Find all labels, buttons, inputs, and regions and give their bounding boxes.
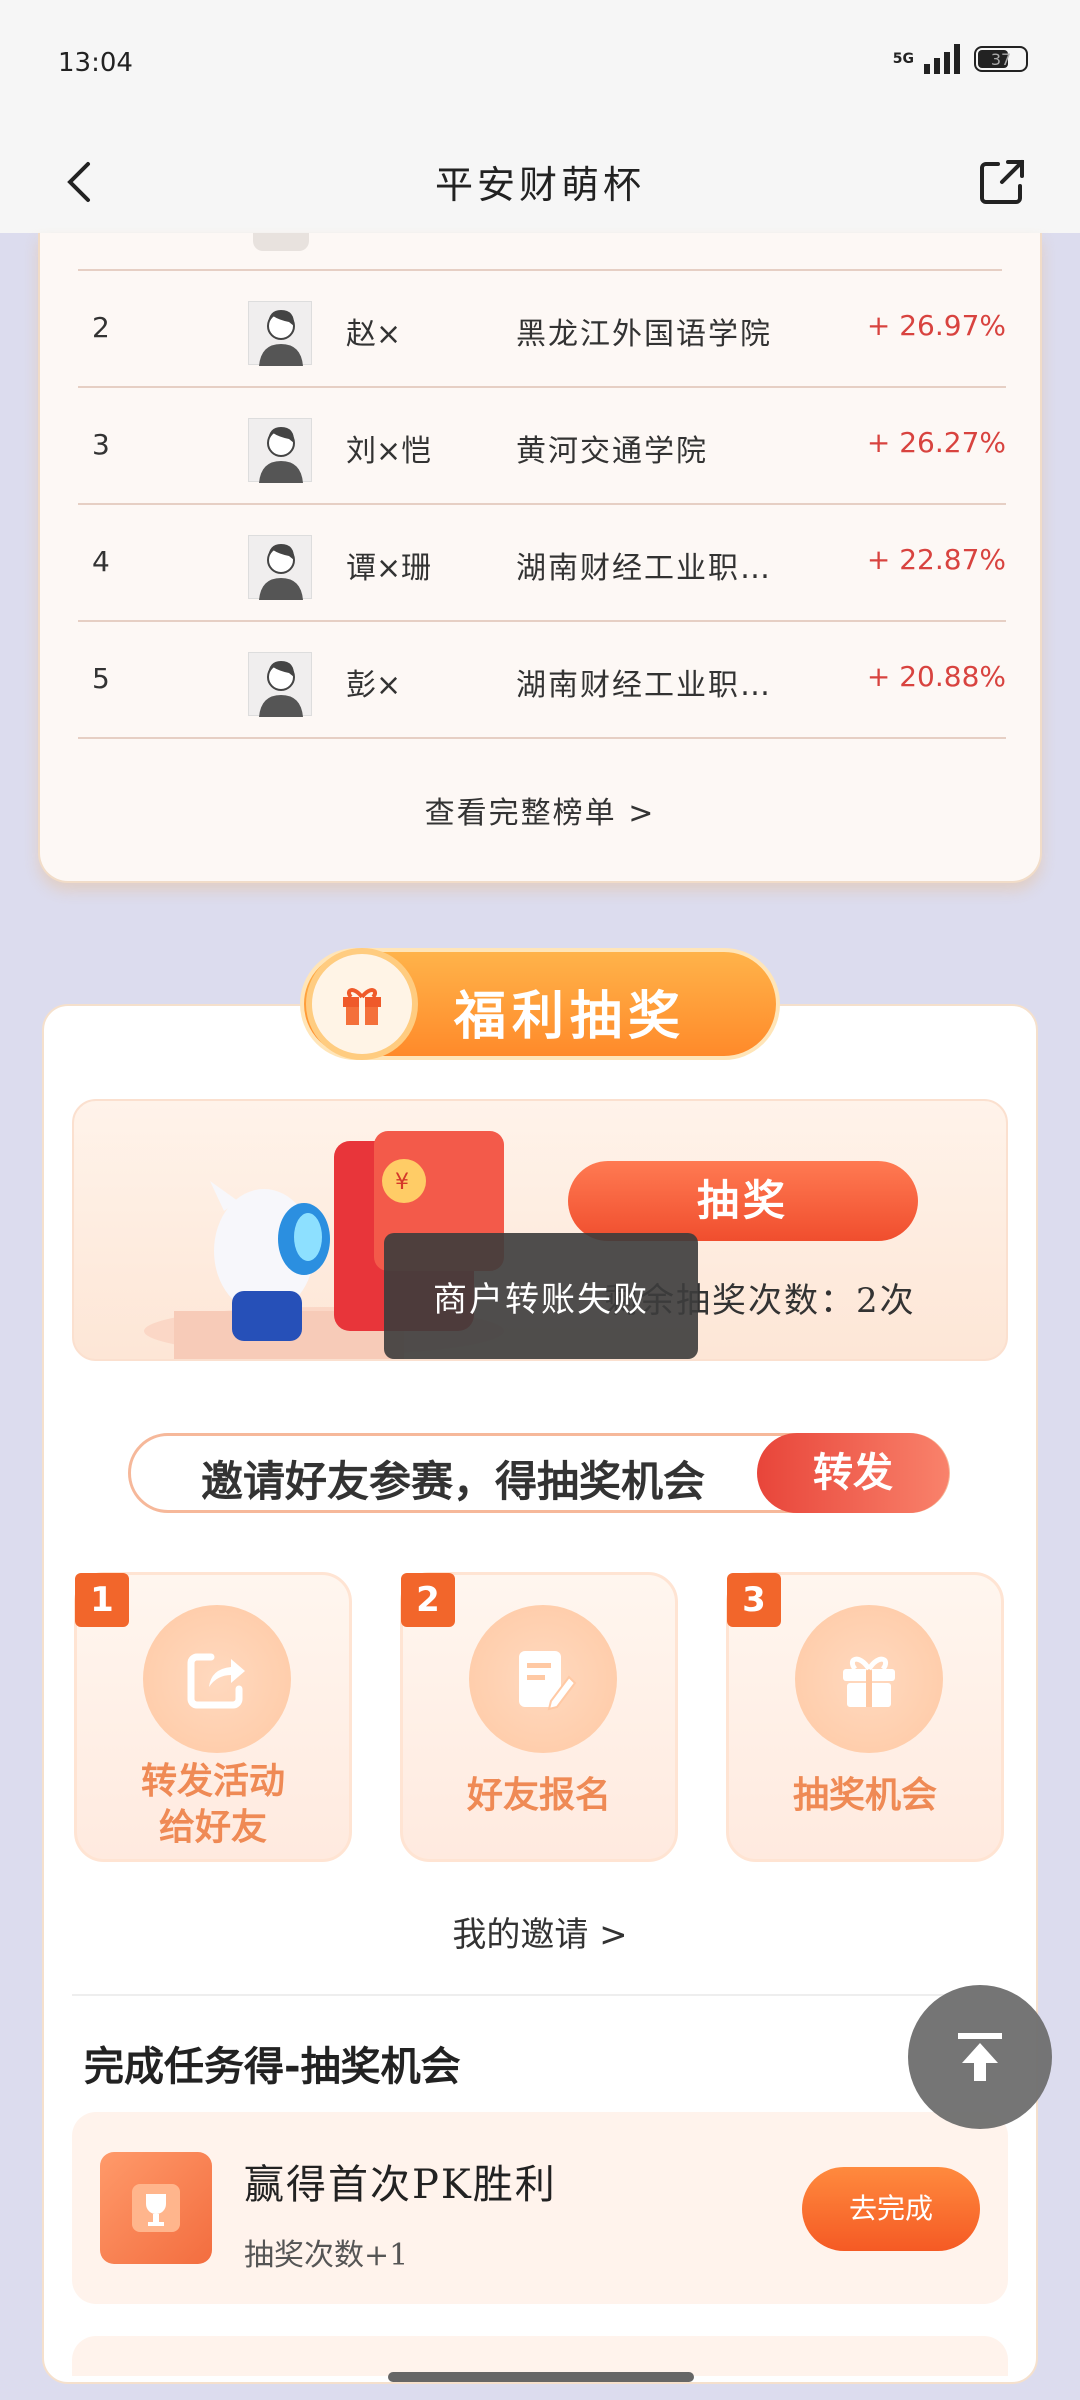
ranking-row[interactable]: 4 谭×珊 湖南财经工业职… + 22.87%: [78, 505, 1006, 622]
rank-number: 4: [92, 545, 110, 578]
svg-text:¥: ¥: [395, 1170, 409, 1195]
avatar: [248, 535, 312, 600]
rank-school: 湖南财经工业职…: [516, 668, 772, 703]
step-label: 给好友: [158, 1807, 267, 1848]
rank-name: 彭×: [346, 668, 402, 703]
step-card-share[interactable]: 1 转发活动 给好友: [74, 1572, 352, 1862]
step-label: 转发活动: [140, 1761, 285, 1802]
step-number: 2: [401, 1573, 455, 1627]
lottery-title-badge: 福利抽奖: [300, 948, 780, 1060]
share-icon: [143, 1605, 291, 1753]
task-section-title: 完成任务得-抽奖机会: [84, 2044, 461, 2090]
ranking-card: 2 赵× 黑龙江外国语学院 + 26.97% 3 刘×恺 黄河交通学院 + 26…: [38, 233, 1042, 883]
avatar: [248, 652, 312, 717]
ranking-row[interactable]: 5 彭× 湖南财经工业职… + 20.88%: [78, 622, 1006, 739]
divider: [72, 1994, 1008, 1996]
rank-change: + 26.27%: [866, 426, 1006, 459]
task-name: 赢得首次PK胜利: [244, 2162, 557, 2208]
rank-name: 谭×珊: [346, 551, 432, 586]
rank-school: 黄河交通学院: [516, 434, 708, 469]
status-bar: 13:04 5G 37: [0, 0, 1080, 130]
rank-number: 5: [92, 662, 110, 695]
rank-change: + 22.87%: [866, 543, 1006, 576]
step-number: 1: [75, 1573, 129, 1627]
step-number: 3: [727, 1573, 781, 1627]
trophy-icon: [100, 2152, 212, 2264]
rank-change: + 20.88%: [866, 660, 1006, 693]
rank-number: 2: [92, 311, 110, 344]
page-title: 平安财萌杯: [434, 163, 645, 207]
rank-school: 湖南财经工业职…: [516, 551, 772, 586]
invite-bar: 邀请好友参赛，得抽奖机会 转发: [128, 1433, 950, 1513]
my-invite-link[interactable]: 我的邀请 >: [0, 1907, 1080, 1956]
back-icon[interactable]: [50, 152, 110, 212]
arrow-up-icon: [958, 2033, 1002, 2081]
ranking-row-partial: [78, 233, 1002, 271]
gift-icon: [306, 948, 418, 1060]
signup-form-icon: [469, 1605, 617, 1753]
signal-icon: [924, 44, 960, 74]
avatar: [248, 418, 312, 483]
avatar: [248, 301, 312, 366]
complete-task-button[interactable]: 去完成: [802, 2167, 980, 2251]
step-card-chance[interactable]: 3 抽奖机会: [726, 1572, 1004, 1862]
task-reward: 抽奖次数+1: [244, 2238, 409, 2273]
avatar: [253, 233, 309, 251]
gift-icon: [795, 1605, 943, 1753]
status-indicators: 5G 37: [893, 44, 1028, 74]
network-type: 5G: [892, 51, 914, 67]
ranking-row[interactable]: 3 刘×恺 黄河交通学院 + 26.27%: [78, 388, 1006, 505]
task-item-partial: [72, 2336, 1008, 2376]
share-icon[interactable]: [972, 152, 1032, 212]
home-indicator[interactable]: [388, 2372, 694, 2382]
rank-number: 3: [92, 428, 110, 461]
status-time: 13:04: [58, 48, 133, 78]
back-to-top-button[interactable]: [908, 1985, 1052, 2129]
rank-name: 刘×恺: [346, 434, 432, 469]
lottery-title: 福利抽奖: [454, 987, 687, 1047]
step-card-signup[interactable]: 2 好友报名: [400, 1572, 678, 1862]
forward-button[interactable]: 转发: [757, 1433, 949, 1513]
battery-level: 37: [990, 50, 1012, 69]
rank-school: 黑龙江外国语学院: [516, 317, 772, 352]
battery-icon: 37: [974, 46, 1028, 72]
draw-button[interactable]: 抽奖: [568, 1161, 918, 1241]
task-item: 赢得首次PK胜利 抽奖次数+1 去完成: [72, 2112, 1008, 2304]
ranking-row[interactable]: 2 赵× 黑龙江外国语学院 + 26.97%: [78, 271, 1006, 388]
view-full-ranking-link[interactable]: 查看完整榜单 >: [40, 788, 1040, 832]
toast-message: 商户转账失败: [384, 1233, 698, 1359]
nav-header: 平安财萌杯: [0, 130, 1080, 233]
invite-text: 邀请好友参赛，得抽奖机会: [201, 1457, 706, 1506]
step-label: 好友报名: [466, 1775, 611, 1816]
step-label: 抽奖机会: [792, 1775, 937, 1816]
rank-name: 赵×: [346, 317, 402, 352]
rank-change: + 26.97%: [866, 309, 1006, 342]
